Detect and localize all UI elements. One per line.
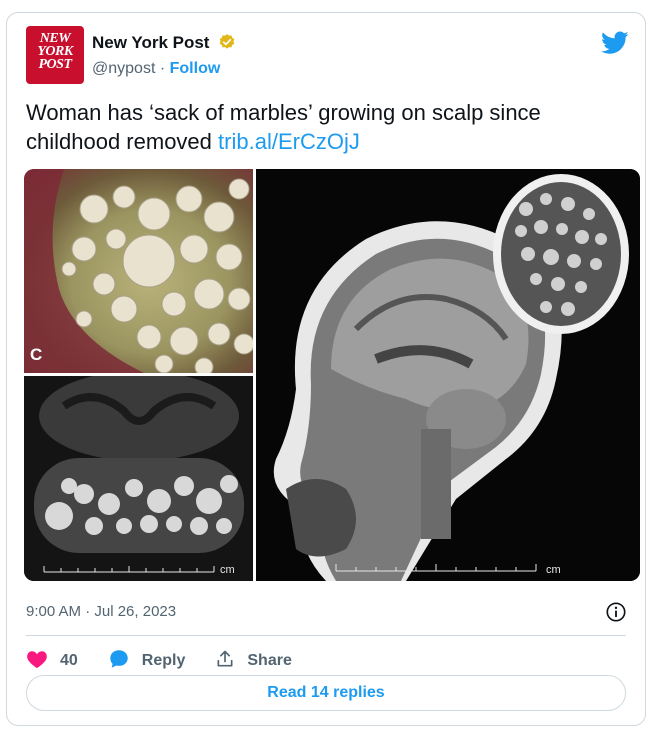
follow-button[interactable]: Follow — [170, 60, 221, 77]
nypost-logo: NEW YORK POST — [37, 31, 73, 72]
divider — [26, 635, 626, 636]
media-grid[interactable]: C cm cm — [24, 169, 640, 581]
share-icon — [215, 649, 247, 674]
reply-bubble-icon — [108, 648, 142, 675]
tweet-link[interactable]: trib.al/ErCzOjJ — [218, 129, 360, 154]
like-button[interactable]: 40 — [26, 649, 78, 674]
like-count: 40 — [60, 652, 78, 669]
tweet-timestamp[interactable]: 9:00 AM · Jul 26, 2023 — [26, 603, 176, 620]
reply-label: Reply — [141, 652, 186, 669]
tweet-card: NEW YORK POST New York Post @nypost · Fo… — [6, 12, 646, 726]
sagittal-mri-image[interactable]: cm — [256, 169, 640, 581]
axial-mri-image[interactable]: cm — [24, 376, 253, 581]
twitter-bird-icon[interactable] — [601, 31, 629, 60]
handle-row: @nypost · Follow — [92, 59, 220, 79]
author-name-row[interactable]: New York Post — [92, 33, 236, 56]
author-name[interactable]: New York Post — [92, 33, 209, 52]
panel-letter: C — [30, 345, 43, 364]
heart-icon — [26, 649, 60, 674]
verified-badge-icon — [218, 33, 236, 56]
read-replies-button[interactable]: Read 14 replies — [26, 675, 626, 711]
share-label: Share — [247, 652, 292, 669]
author-handle[interactable]: @nypost — [92, 60, 155, 77]
share-button[interactable]: Share — [215, 649, 292, 674]
read-replies-label: Read 14 replies — [267, 684, 385, 701]
info-icon[interactable] — [605, 601, 627, 628]
surgical-photo[interactable]: C — [24, 169, 253, 373]
scale-unit-label: cm — [546, 564, 561, 576]
reply-button[interactable]: Reply — [108, 648, 186, 675]
tweet-text: Woman has ‘sack of marbles’ growing on s… — [26, 98, 626, 156]
handle-separator: · — [159, 60, 166, 77]
avatar[interactable]: NEW YORK POST — [26, 26, 84, 84]
scale-unit-label: cm — [220, 564, 235, 576]
